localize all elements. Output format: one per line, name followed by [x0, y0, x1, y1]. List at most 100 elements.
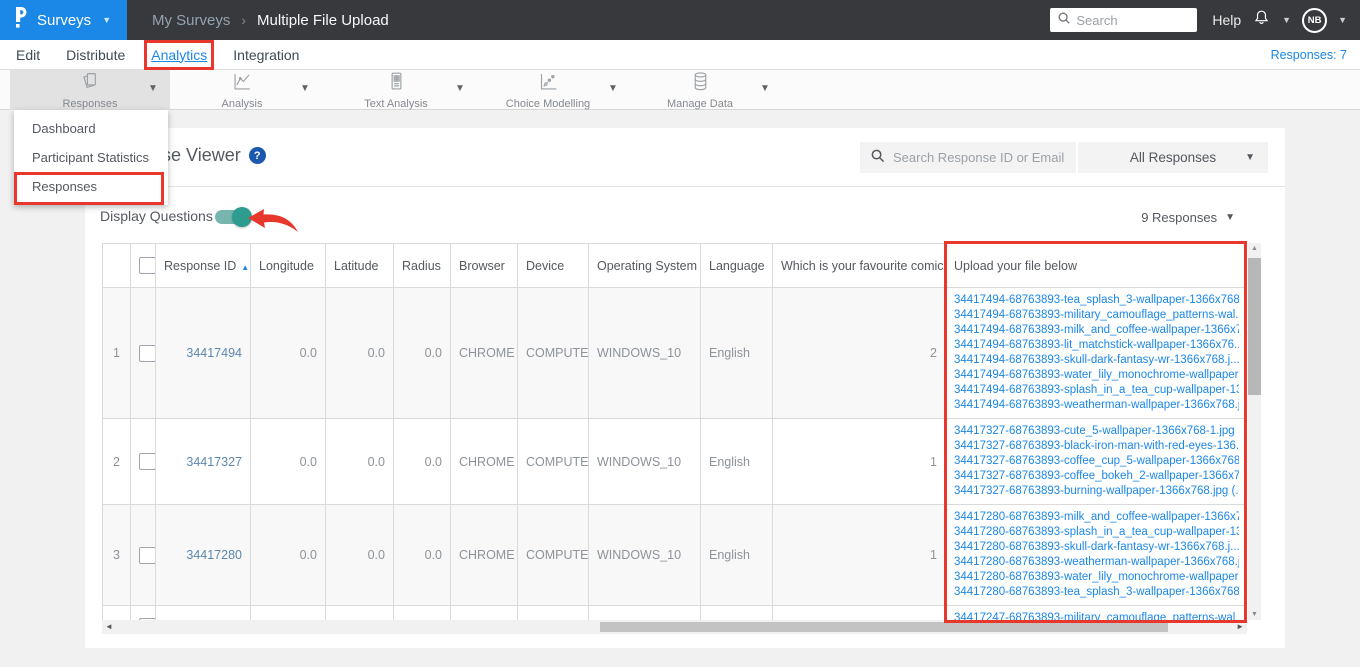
chevron-down-icon: ▼ — [1245, 152, 1255, 163]
uploaded-files-cell: 34417327-68763893-cute_5-wallpaper-1366x… — [945, 418, 1247, 505]
toolbar-item-label: Manage Data — [666, 97, 734, 110]
col-header-response-id[interactable]: Response ID ▲ — [155, 243, 251, 288]
row-checkbox[interactable] — [139, 344, 155, 362]
file-link[interactable]: 34417494-68763893-skull-dark-fantasy-wr-… — [954, 353, 1239, 368]
select-all-header[interactable] — [130, 243, 156, 288]
response-search[interactable] — [860, 142, 1076, 173]
longitude-cell: 0.0 — [250, 287, 326, 419]
file-link[interactable]: 34417327-68763893-cute_5-wallpaper-1366x… — [954, 424, 1239, 439]
display-questions-toggle[interactable] — [215, 207, 252, 227]
text-document-icon — [386, 71, 407, 97]
select-all-checkbox[interactable] — [139, 257, 155, 274]
file-link[interactable]: 34417327-68763893-black-iron-man-with-re… — [954, 439, 1239, 454]
scroll-right-icon[interactable]: ► — [1236, 622, 1244, 631]
account-caret-icon[interactable]: ▼ — [1338, 15, 1347, 25]
row-checkbox-cell — [130, 418, 156, 505]
tab-integration[interactable]: Integration — [233, 47, 299, 63]
toolbar-item-label: Analysis — [221, 97, 263, 110]
avatar[interactable]: NB — [1302, 7, 1328, 33]
vertical-scroll-thumb[interactable] — [1248, 258, 1261, 395]
horizontal-scroll-thumb[interactable] — [600, 622, 1168, 632]
file-link[interactable]: 34417280-68763893-milk_and_coffee-wallpa… — [954, 510, 1239, 525]
tab-distribute[interactable]: Distribute — [66, 47, 125, 63]
menu-item-participant-statistics[interactable]: Participant Statistics — [14, 143, 168, 172]
global-search-input[interactable] — [1076, 12, 1191, 28]
file-link[interactable]: 34417494-68763893-splash_in_a_tea_cup-wa… — [954, 383, 1239, 398]
response-id-link[interactable]: 34417494 — [155, 287, 251, 419]
col-header-language[interactable]: Language — [700, 243, 773, 288]
col-header-longitude[interactable]: Longitude — [250, 243, 326, 288]
row-number-header[interactable] — [102, 243, 131, 288]
file-link[interactable]: 34417280-68763893-splash_in_a_tea_cup-wa… — [954, 525, 1239, 540]
favourite-comics-cell: 2 — [772, 287, 946, 419]
response-id-link[interactable] — [155, 605, 251, 620]
pages-icon — [80, 71, 101, 97]
scroll-left-icon[interactable]: ◄ — [105, 622, 113, 631]
response-search-input[interactable] — [893, 150, 1066, 165]
toolbar-caret-analysis[interactable]: ▼ — [300, 83, 310, 94]
row-checkbox[interactable] — [139, 546, 155, 564]
file-link[interactable]: 34417327-68763893-coffee_cup_5-wallpaper… — [954, 454, 1239, 469]
responses-per-page-dropdown[interactable]: 9 Responses ▼ — [1141, 210, 1235, 225]
device-cell: COMPUTER — [517, 418, 589, 505]
col-header-device[interactable]: Device — [517, 243, 589, 288]
help-link[interactable]: Help — [1212, 12, 1241, 28]
response-filter-dropdown[interactable]: All Responses ▼ — [1078, 142, 1268, 173]
toolbar-item-responses[interactable]: Responses — [10, 70, 170, 110]
operating-system-cell: WINDOWS_10 — [588, 287, 701, 419]
file-link[interactable]: 34417280-68763893-weatherman-wallpaper-1… — [954, 555, 1239, 570]
language-cell: English — [700, 287, 773, 419]
notifications-bell-icon[interactable] — [1252, 8, 1271, 32]
toolbar-item-choice-modelling[interactable]: Choice Modelling — [483, 70, 613, 110]
screen: Surveys ▼ My Surveys › Multiple File Upl… — [0, 0, 1360, 667]
browser-cell — [450, 605, 518, 620]
uploaded-files-cell: 34417280-68763893-milk_and_coffee-wallpa… — [945, 504, 1247, 606]
row-checkbox[interactable] — [139, 453, 155, 470]
file-link[interactable]: 34417494-68763893-milk_and_coffee-wallpa… — [954, 323, 1239, 338]
col-header-which-is-your-favourite-comics[interactable]: Which is your favourite comics? — [772, 243, 946, 288]
response-id-link[interactable]: 34417327 — [155, 418, 251, 505]
menu-item-dashboard[interactable]: Dashboard — [14, 114, 168, 143]
file-link[interactable]: 34417494-68763893-military_camouflage_pa… — [954, 308, 1239, 323]
file-link[interactable]: 34417280-68763893-tea_splash_3-wallpaper… — [954, 585, 1239, 600]
latitude-cell: 0.0 — [325, 287, 394, 419]
file-link[interactable]: 34417494-68763893-tea_splash_3-wallpaper… — [954, 293, 1239, 308]
file-link[interactable]: 34417327-68763893-burning-wallpaper-1366… — [954, 484, 1239, 499]
col-header-latitude[interactable]: Latitude — [325, 243, 394, 288]
tab-edit[interactable]: Edit — [16, 47, 40, 63]
file-link[interactable]: 34417247-68763893-military_camouflage_pa… — [954, 611, 1239, 620]
horizontal-scrollbar[interactable]: ◄ ► — [102, 620, 1247, 634]
file-link[interactable]: 34417280-68763893-skull-dark-fantasy-wr-… — [954, 540, 1239, 555]
toolbar-item-text-analysis[interactable]: Text Analysis — [341, 70, 451, 110]
col-header-upload-your-file-below[interactable]: Upload your file below — [945, 243, 1247, 288]
toolbar-caret-manage-data[interactable]: ▼ — [760, 83, 770, 94]
file-link[interactable]: 34417494-68763893-lit_matchstick-wallpap… — [954, 338, 1239, 353]
scroll-down-icon[interactable]: ▼ — [1248, 611, 1261, 618]
col-header-browser[interactable]: Browser — [450, 243, 518, 288]
toolbar-item-analysis[interactable]: Analysis — [192, 70, 292, 110]
menu-item-responses[interactable]: Responses — [14, 172, 168, 201]
file-link[interactable]: 34417494-68763893-water_lily_monochrome-… — [954, 368, 1239, 383]
responses-count[interactable]: Responses: 7 — [1271, 48, 1347, 62]
file-link[interactable]: 34417327-68763893-coffee_bokeh_2-wallpap… — [954, 469, 1239, 484]
responses-dropdown-menu: Dashboard Participant Statistics Responses — [14, 110, 168, 205]
toolbar-caret-responses[interactable]: ▼ — [148, 83, 158, 94]
scroll-up-icon[interactable]: ▲ — [1248, 245, 1261, 252]
file-link[interactable]: 34417494-68763893-weatherman-wallpaper-1… — [954, 398, 1239, 413]
global-search[interactable] — [1050, 8, 1198, 32]
radius-cell: 0.0 — [393, 418, 451, 505]
radius-cell — [393, 605, 451, 620]
toolbar-item-manage-data[interactable]: Manage Data — [640, 70, 760, 110]
breadcrumb-my-surveys[interactable]: My Surveys — [152, 12, 230, 29]
toolbar-caret-choice-modelling[interactable]: ▼ — [608, 83, 618, 94]
col-header-operating-system[interactable]: Operating System — [588, 243, 701, 288]
col-header-radius[interactable]: Radius — [393, 243, 451, 288]
response-id-link[interactable]: 34417280 — [155, 504, 251, 606]
help-icon[interactable]: ? — [248, 147, 266, 164]
product-switcher[interactable]: Surveys ▼ — [0, 0, 127, 40]
tab-analytics[interactable]: Analytics — [144, 39, 215, 70]
file-link[interactable]: 34417280-68763893-water_lily_monochrome-… — [954, 570, 1239, 585]
notifications-caret-icon[interactable]: ▼ — [1282, 15, 1291, 25]
vertical-scrollbar[interactable]: ▲ ▼ — [1248, 243, 1261, 620]
toolbar-caret-text-analysis[interactable]: ▼ — [455, 83, 465, 94]
